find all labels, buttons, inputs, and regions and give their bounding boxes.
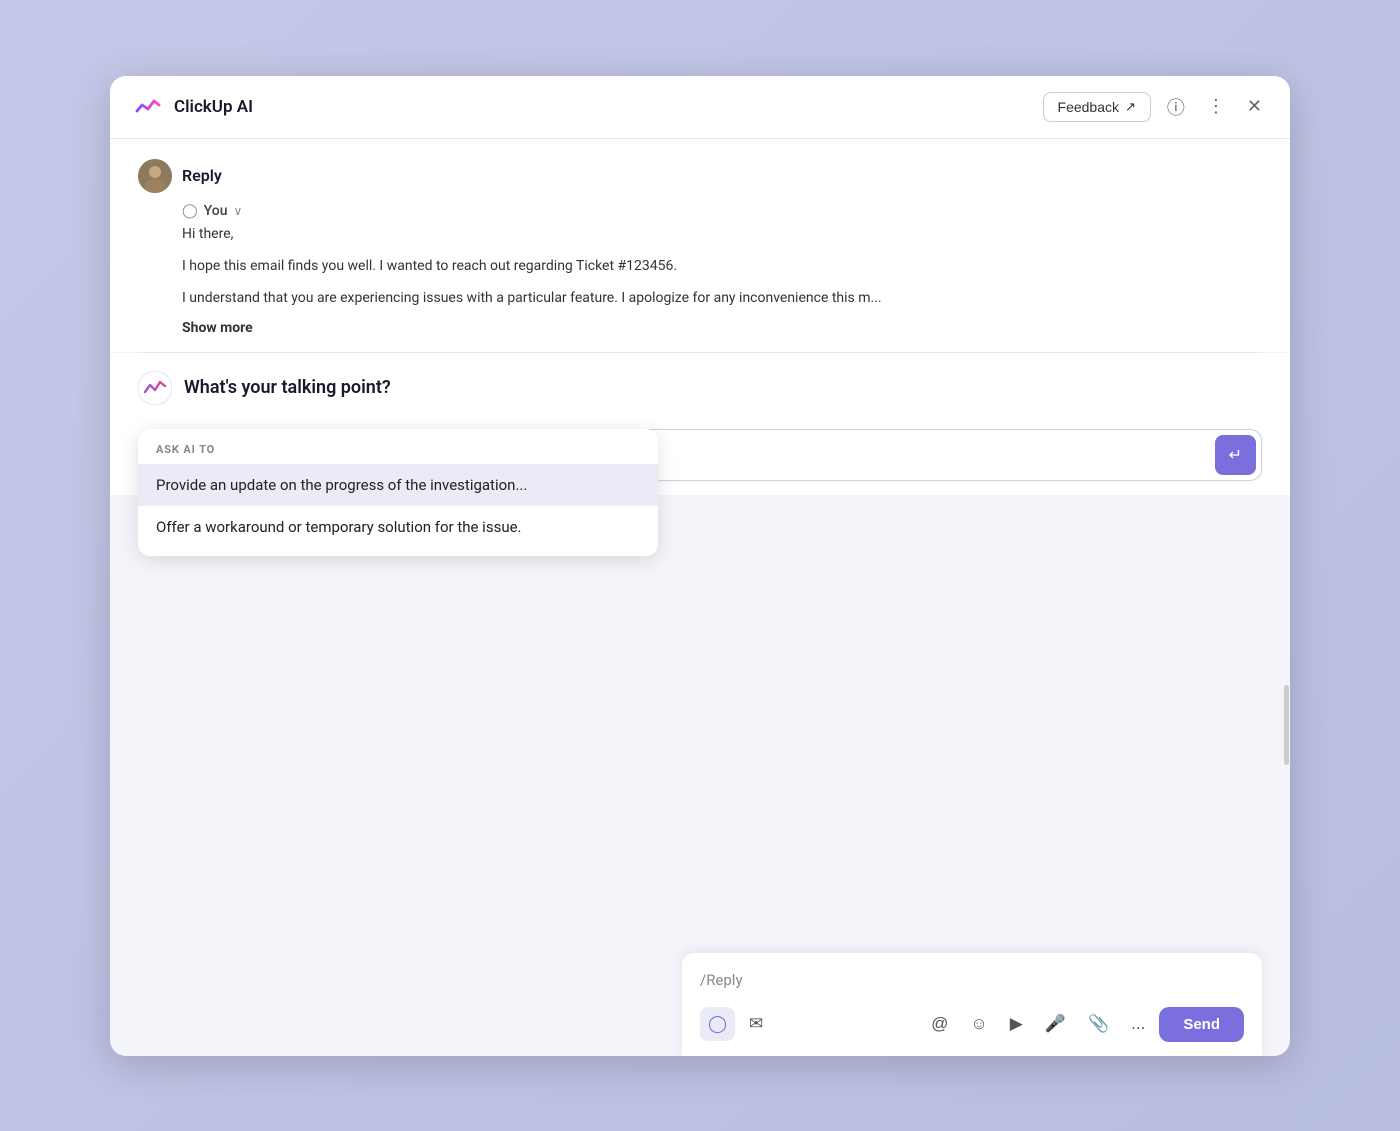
scrollbar[interactable] [1282,675,1290,936]
mention-icon: @ [931,1014,948,1034]
show-more-button[interactable]: Show more [182,320,1262,336]
sender-icon: ◯ [182,203,198,219]
suggestion-item-1[interactable]: Provide an update on the progress of the… [138,464,658,506]
mic-icon: 🎤 [1045,1014,1066,1034]
app-title: ClickUp AI [174,97,253,117]
feedback-button[interactable]: Feedback ↗ [1043,92,1151,122]
reply-title: Reply [182,166,222,185]
reply-editor-placeholder: /Reply [700,971,1244,989]
panel-header: ClickUp AI Feedback ↗ ⓘ ⋮ ✕ [110,76,1290,139]
ai-submit-button[interactable]: ↵ [1215,435,1256,475]
reply-section: Reply ◯ You ∨ Hi there, I hope this emai… [110,139,1290,352]
info-icon: ⓘ [1167,94,1185,120]
header-right: Feedback ↗ ⓘ ⋮ ✕ [1043,90,1268,124]
close-icon: ✕ [1247,96,1262,117]
user-avatar [138,159,172,193]
email-line1: I hope this email finds you well. I want… [182,255,1262,277]
more-icon: ⋮ [1207,96,1225,117]
reply-toolbar: ◯ ✉ @ ☺ ▶ 🎤 [700,1007,1244,1042]
reply-editor: /Reply ◯ ✉ @ ☺ ▶ [682,953,1262,1056]
video-button[interactable]: ▶ [1002,1007,1031,1041]
external-link-icon: ↗ [1125,99,1136,115]
sender-name: You [204,203,228,219]
more-toolbar-button[interactable]: ... [1123,1007,1153,1041]
submit-icon: ↵ [1229,445,1242,465]
feedback-label: Feedback [1058,99,1119,115]
more-button[interactable]: ⋮ [1201,92,1231,121]
clickup-ai-panel: ClickUp AI Feedback ↗ ⓘ ⋮ ✕ [110,76,1290,1056]
ai-logo-icon [138,371,172,405]
comment-button[interactable]: ◯ [700,1007,735,1041]
send-button[interactable]: Send [1159,1007,1244,1042]
attach-icon: 📎 [1088,1014,1109,1034]
ai-prompt-text: What's your talking point? [184,377,391,398]
mic-button[interactable]: 🎤 [1037,1007,1074,1041]
suggestions-dropdown: ASK AI TO Provide an update on the progr… [138,429,658,556]
attach-button[interactable]: 📎 [1080,1007,1117,1041]
reply-header: Reply [138,159,1262,193]
emoji-button[interactable]: ☺ [962,1007,995,1041]
more-toolbar-icon: ... [1131,1014,1145,1034]
email-button[interactable]: ✉ [741,1007,771,1041]
close-button[interactable]: ✕ [1241,92,1268,121]
mention-button[interactable]: @ [923,1007,956,1041]
ai-prompt-section: What's your talking point? [110,353,1290,419]
comment-icon: ◯ [708,1014,727,1034]
header-left: ClickUp AI [132,91,253,123]
ai-prompt-row: What's your talking point? [138,371,1262,405]
chevron-down-icon[interactable]: ∨ [234,204,243,218]
ask-ai-label: ASK AI TO [138,443,658,464]
info-button[interactable]: ⓘ [1161,90,1191,124]
emoji-icon: ☺ [970,1014,987,1034]
email-icon: ✉ [749,1014,763,1034]
email-line2: I understand that you are experiencing i… [182,287,1262,309]
email-greeting: Hi there, [182,223,1262,245]
email-body: Hi there, I hope this email finds you we… [182,223,1262,310]
suggestion-item-2[interactable]: Offer a workaround or temporary solution… [138,506,658,548]
sender-row: ◯ You ∨ [182,203,1262,219]
bg-content: Thank you for bringing this to our atten… [110,495,1290,1056]
panel-body: Reply ◯ You ∨ Hi there, I hope this emai… [110,139,1290,1056]
scrollbar-thumb[interactable] [1284,685,1289,765]
video-icon: ▶ [1010,1014,1023,1034]
clickup-logo [132,91,164,123]
